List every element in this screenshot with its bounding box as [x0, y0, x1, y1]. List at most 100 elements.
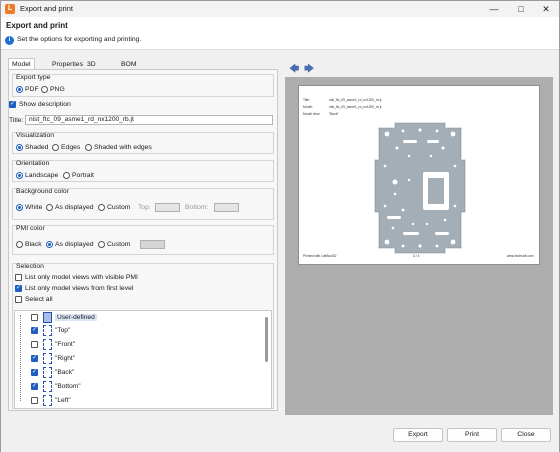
- print-button[interactable]: Print: [447, 428, 497, 442]
- checkbox-indicator[interactable]: [31, 354, 38, 362]
- tab-3d-html[interactable]: 3D HTML: [83, 58, 110, 77]
- checkbox-indicator[interactable]: [31, 368, 38, 376]
- landscape-radio[interactable]: Landscape: [16, 172, 58, 179]
- list-item[interactable]: "Right": [31, 353, 75, 364]
- bg-bottom-label: Bottom:: [185, 204, 209, 211]
- view-folder-icon: [43, 312, 52, 323]
- pmi-as-displayed-radio[interactable]: As displayed: [46, 241, 94, 248]
- bg-custom-radio[interactable]: Custom: [98, 204, 130, 211]
- radio-label: Custom: [107, 204, 131, 211]
- title-bar: L Export and print — □ ✕: [1, 1, 559, 17]
- info-icon: i: [5, 36, 14, 45]
- radio-indicator: [98, 204, 105, 211]
- export-button[interactable]: Export: [393, 428, 443, 442]
- checkbox-label: Select all: [25, 296, 53, 303]
- list-item-label: "Right": [55, 355, 76, 362]
- part-preview-image: [374, 122, 466, 254]
- group-label: Selection: [16, 263, 44, 270]
- list-item-label: "Front": [55, 341, 76, 348]
- orientation-group: Orientation Landscape Portrait: [12, 160, 274, 182]
- show-description-checkbox[interactable]: Show description: [9, 100, 71, 108]
- preview-footer-left: Printed with LiteBox3D: [303, 254, 337, 258]
- select-all-checkbox[interactable]: Select all: [15, 296, 53, 303]
- tab-bom[interactable]: BOM: [117, 58, 140, 69]
- radio-indicator: [85, 144, 92, 151]
- shaded-radio[interactable]: Shaded: [16, 144, 48, 151]
- radio-indicator: [16, 172, 23, 179]
- first-level-checkbox[interactable]: List only model views from first level: [15, 284, 133, 292]
- radio-indicator: [46, 204, 53, 211]
- pmi-custom-swatch[interactable]: [140, 240, 165, 249]
- checkbox-indicator: [15, 274, 22, 281]
- list-item-label: "Back": [55, 369, 75, 376]
- model-views-list[interactable]: User-defined "Top" "Front" "Right" "Back…: [14, 310, 272, 409]
- bg-bottom-swatch[interactable]: [214, 203, 239, 212]
- edges-radio[interactable]: Edges: [52, 144, 80, 151]
- list-item-label: "Bottom": [55, 383, 81, 390]
- radio-indicator: [16, 144, 23, 151]
- checkbox-indicator: [9, 100, 16, 108]
- export-png-radio[interactable]: PNG: [41, 86, 65, 93]
- bg-top-swatch[interactable]: [155, 203, 180, 212]
- radio-indicator: [16, 86, 23, 93]
- checkbox-indicator[interactable]: [31, 397, 38, 404]
- radio-indicator: [63, 172, 70, 179]
- minimize-button[interactable]: —: [481, 2, 507, 16]
- checkbox-indicator[interactable]: [31, 382, 38, 390]
- checkbox-indicator: [15, 296, 22, 303]
- checkbox-indicator[interactable]: [31, 326, 38, 334]
- model-view-icon: [43, 395, 52, 406]
- model-view-icon: [43, 325, 52, 336]
- bg-white-radio[interactable]: White: [16, 204, 42, 211]
- preview-model-key: Model:: [303, 105, 313, 109]
- export-pdf-radio[interactable]: PDF: [16, 86, 39, 93]
- radio-label: Custom: [107, 241, 131, 248]
- background-color-group: Background color White As displayed Cust…: [12, 188, 274, 220]
- title-input[interactable]: nist_ftc_09_asme1_rd_nx1200_rb.jt: [25, 115, 273, 125]
- list-item[interactable]: "Back": [31, 367, 74, 378]
- preview-page-number: 3 / 4: [413, 254, 420, 258]
- preview-view-value: "Back": [329, 112, 339, 116]
- radio-label: Black: [25, 241, 42, 248]
- pmi-custom-radio[interactable]: Custom: [98, 241, 130, 248]
- group-label: Background color: [16, 188, 69, 195]
- radio-indicator: [46, 241, 53, 248]
- list-item[interactable]: "Bottom": [31, 381, 81, 392]
- bg-as-displayed-radio[interactable]: As displayed: [46, 204, 94, 211]
- tree-connector: [20, 315, 21, 401]
- radio-indicator: [52, 144, 59, 151]
- checkbox-indicator[interactable]: [31, 314, 38, 321]
- pmi-color-group: PMI color Black As displayed Custom: [12, 225, 274, 255]
- radio-indicator: [41, 86, 48, 93]
- list-scrollbar[interactable]: [265, 317, 268, 362]
- portrait-radio[interactable]: Portrait: [63, 172, 94, 179]
- close-window-button[interactable]: ✕: [533, 2, 559, 16]
- model-view-icon: [43, 381, 52, 392]
- radio-label: Portrait: [72, 172, 94, 179]
- model-view-icon: [43, 339, 52, 350]
- list-item[interactable]: "Top": [31, 325, 70, 336]
- close-button[interactable]: Close: [501, 428, 551, 442]
- group-label: Orientation: [16, 160, 50, 167]
- maximize-button[interactable]: □: [508, 2, 534, 16]
- dialog-header: Export and print i Set the options for e…: [1, 17, 559, 50]
- visible-pmi-checkbox[interactable]: List only model views with visible PMI: [15, 274, 138, 281]
- export-print-window: L Export and print — □ ✕ Export and prin…: [0, 0, 560, 452]
- radio-indicator: [16, 204, 23, 211]
- export-type-group: Export type PDF PNG: [12, 74, 274, 97]
- checkbox-label: List only model views with visible PMI: [25, 274, 138, 281]
- list-item[interactable]: User-defined: [31, 312, 97, 323]
- tab-properties[interactable]: Properties: [48, 58, 87, 69]
- visualization-group: Visualization Shaded Edges Shaded with e…: [12, 132, 274, 154]
- model-view-icon: [43, 367, 52, 378]
- list-item[interactable]: "Left": [31, 395, 71, 406]
- list-item[interactable]: "Front": [31, 339, 75, 350]
- checkbox-indicator[interactable]: [31, 341, 38, 348]
- list-item-label: User-defined: [55, 314, 97, 321]
- color-swatch: [155, 203, 180, 212]
- preview-title-value: nist_ftc_09_asme1_rd_nx1200_rb.jt: [329, 98, 382, 102]
- radio-label: Edges: [61, 144, 81, 151]
- dialog-subtitle: Set the options for exporting and printi…: [17, 36, 142, 43]
- shaded-with-edges-radio[interactable]: Shaded with edges: [85, 144, 152, 151]
- pmi-black-radio[interactable]: Black: [16, 241, 42, 248]
